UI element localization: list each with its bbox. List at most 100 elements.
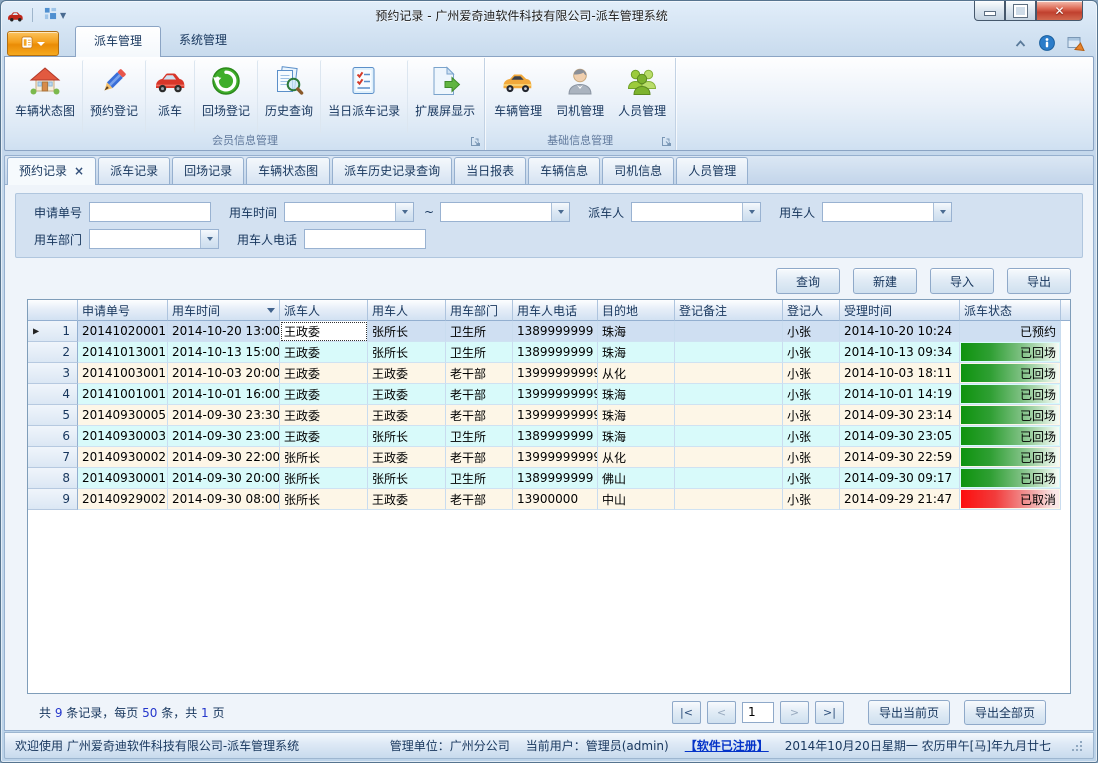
table-cell[interactable]: 卫生所 (446, 321, 513, 342)
table-cell[interactable]: 小张 (783, 321, 840, 342)
column-header[interactable]: 用车时间 (168, 300, 280, 321)
table-cell[interactable]: 20140930002 (78, 447, 168, 468)
dispatch-status-cell[interactable]: 已回场 (960, 447, 1061, 468)
dialog-launcher-icon[interactable] (470, 136, 481, 147)
table-cell[interactable]: 13999999999 (513, 447, 598, 468)
table-cell[interactable]: 王政委 (280, 384, 368, 405)
table-cell[interactable]: 小张 (783, 384, 840, 405)
ribbon-button[interactable]: 派车 (145, 60, 194, 133)
table-row[interactable]: ▶1201410200012014-10-20 13:00王政委张所长卫生所13… (28, 321, 1070, 342)
table-cell[interactable]: 王政委 (280, 363, 368, 384)
ribbon-button[interactable]: 预约登记 (82, 60, 145, 133)
table-cell[interactable]: 张所长 (280, 468, 368, 489)
document-tab[interactable]: 回场记录 (172, 157, 244, 184)
table-cell[interactable]: 13900000 (513, 489, 598, 510)
table-cell[interactable]: 2014-09-30 22:00 (168, 447, 280, 468)
table-cell[interactable]: 老干部 (446, 384, 513, 405)
table-row[interactable]: 2201410130012014-10-13 15:00王政委张所长卫生所138… (28, 342, 1070, 363)
table-cell[interactable]: 20140930005 (78, 405, 168, 426)
table-cell[interactable] (675, 468, 783, 489)
table-cell[interactable]: 王政委 (368, 447, 446, 468)
table-cell[interactable]: 20140930001 (78, 468, 168, 489)
table-cell[interactable]: 佛山 (598, 468, 675, 489)
document-tab[interactable]: 司机信息 (602, 157, 674, 184)
table-cell[interactable]: 张所长 (368, 342, 446, 363)
table-cell[interactable]: 珠海 (598, 426, 675, 447)
table-cell[interactable] (675, 384, 783, 405)
column-header[interactable] (28, 300, 78, 321)
filter-text-input[interactable] (304, 229, 426, 249)
table-cell[interactable] (675, 489, 783, 510)
table-cell[interactable]: 珠海 (598, 321, 675, 342)
table-cell[interactable]: 小张 (783, 426, 840, 447)
document-tab[interactable]: 预约记录× (7, 157, 96, 185)
table-row[interactable]: 6201409300032014-09-30 23:00王政委张所长卫生所138… (28, 426, 1070, 447)
table-cell[interactable]: 卫生所 (446, 342, 513, 363)
combo-dropdown-button[interactable] (200, 230, 218, 248)
table-row[interactable]: 7201409300022014-09-30 22:00张所长王政委老干部139… (28, 447, 1070, 468)
filter-text-input[interactable] (89, 202, 211, 222)
table-cell[interactable]: 2014-10-20 13:00 (168, 321, 280, 342)
ribbon-tab[interactable]: 派车管理 (75, 26, 161, 57)
table-cell[interactable]: 张所长 (280, 489, 368, 510)
next-page-button[interactable]: > (780, 701, 809, 724)
table-cell[interactable]: 小张 (783, 342, 840, 363)
document-tab[interactable]: 人员管理 (676, 157, 748, 184)
table-cell[interactable] (675, 321, 783, 342)
application-menu-button[interactable] (7, 31, 59, 56)
table-cell[interactable]: 2014-09-29 21:47 (840, 489, 960, 510)
column-header[interactable]: 登记备注 (675, 300, 783, 321)
table-cell[interactable]: 王政委 (280, 342, 368, 363)
table-cell[interactable]: 小张 (783, 468, 840, 489)
table-cell[interactable]: 从化 (598, 363, 675, 384)
feedback-icon[interactable] (1067, 35, 1085, 51)
filter-combo[interactable] (440, 202, 570, 222)
dispatch-status-cell[interactable]: 已回场 (960, 342, 1061, 363)
table-cell[interactable]: 小张 (783, 489, 840, 510)
table-cell[interactable]: 2014-10-01 14:19 (840, 384, 960, 405)
table-cell[interactable]: 2014-10-01 16:00 (168, 384, 280, 405)
ribbon-tab[interactable]: 系统管理 (161, 26, 245, 56)
table-cell[interactable]: 1389999999 (513, 426, 598, 447)
column-header[interactable]: 登记人 (783, 300, 840, 321)
info-icon[interactable] (1039, 35, 1055, 51)
resize-grip[interactable] (1071, 740, 1083, 752)
combo-dropdown-button[interactable] (933, 203, 951, 221)
dispatch-status-cell[interactable]: 已预约 (960, 321, 1061, 342)
document-tab[interactable]: 车辆状态图 (246, 157, 330, 184)
export-current-page-button[interactable]: 导出当前页 (868, 700, 950, 725)
column-header[interactable]: 受理时间 (840, 300, 960, 321)
page-number-input[interactable] (742, 702, 774, 723)
table-cell[interactable]: 张所长 (280, 447, 368, 468)
table-cell[interactable]: 2014-09-30 23:14 (840, 405, 960, 426)
document-tab[interactable]: 当日报表 (454, 157, 526, 184)
export-all-pages-button[interactable]: 导出全部页 (964, 700, 1046, 725)
close-tab-icon[interactable]: × (74, 165, 84, 177)
table-cell[interactable]: 2014-09-30 23:05 (840, 426, 960, 447)
table-cell[interactable] (675, 342, 783, 363)
action-button[interactable]: 查询 (776, 268, 840, 294)
dispatch-status-cell[interactable]: 已回场 (960, 468, 1061, 489)
table-cell[interactable]: 1389999999 (513, 468, 598, 489)
table-cell[interactable] (675, 405, 783, 426)
action-button[interactable]: 导出 (1007, 268, 1071, 294)
row-indicator[interactable]: 7 (28, 447, 78, 468)
table-cell[interactable]: 王政委 (280, 321, 368, 342)
table-cell[interactable]: 2014-09-30 22:59 (840, 447, 960, 468)
column-header[interactable]: 目的地 (598, 300, 675, 321)
column-header[interactable]: 派车状态 (960, 300, 1061, 321)
close-button[interactable]: ✕ (1036, 1, 1083, 21)
ribbon-button[interactable]: 回场登记 (194, 60, 257, 133)
first-page-button[interactable]: |< (672, 701, 701, 724)
prev-page-button[interactable]: < (707, 701, 736, 724)
table-cell[interactable]: 老干部 (446, 405, 513, 426)
table-cell[interactable]: 2014-09-30 23:30 (168, 405, 280, 426)
column-header[interactable]: 派车人 (280, 300, 368, 321)
table-cell[interactable]: 珠海 (598, 342, 675, 363)
table-row[interactable]: 8201409300012014-09-30 20:00张所长张所长卫生所138… (28, 468, 1070, 489)
dispatch-status-cell[interactable]: 已回场 (960, 363, 1061, 384)
table-cell[interactable]: 20141020001 (78, 321, 168, 342)
table-cell[interactable]: 张所长 (368, 468, 446, 489)
row-indicator[interactable]: 6 (28, 426, 78, 447)
combo-dropdown-button[interactable] (551, 203, 569, 221)
